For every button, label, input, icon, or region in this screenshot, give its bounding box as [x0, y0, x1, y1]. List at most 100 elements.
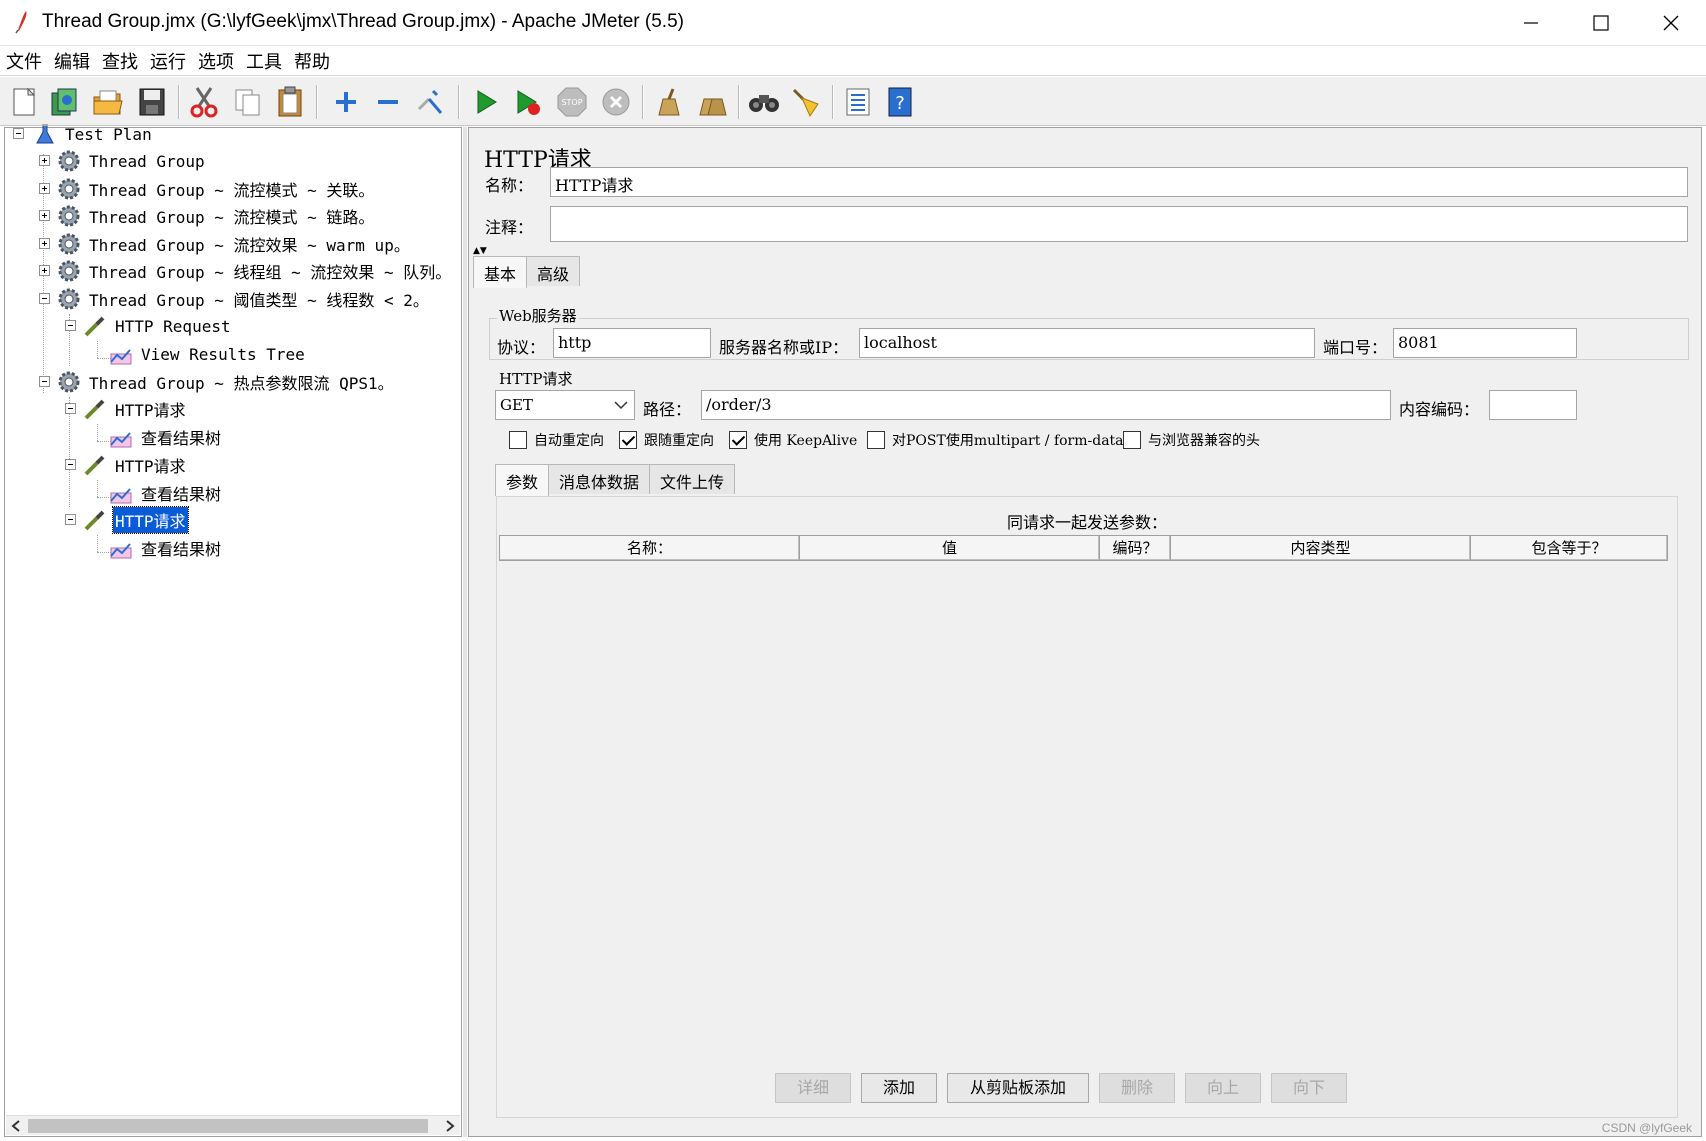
menu-search[interactable]: 查找 [102, 48, 138, 74]
clear-all-button[interactable] [694, 84, 730, 120]
protocol-field[interactable]: http [553, 328, 711, 358]
browser-compatible-headers-checkbox[interactable]: 与浏览器兼容的头 [1123, 430, 1260, 450]
collapse-arrows-icon[interactable]: ▲▼ [473, 247, 487, 256]
server-field[interactable]: localhost [859, 328, 1315, 358]
keepalive-checkbox[interactable]: 使用 KeepAlive [729, 430, 857, 450]
tree-item-http-request[interactable]: HTTP Request [83, 313, 233, 339]
scrollbar-thumb[interactable] [28, 1119, 428, 1133]
column-value[interactable]: 值 [799, 535, 1100, 561]
shutdown-button[interactable] [598, 84, 634, 120]
maximize-button[interactable] [1566, 0, 1636, 46]
method-select[interactable]: GET [495, 390, 635, 420]
add-from-clipboard-button[interactable]: 从剪贴板添加 [947, 1073, 1089, 1103]
tree-expand-toggle[interactable] [39, 155, 50, 166]
move-up-button[interactable]: 向上 [1185, 1073, 1261, 1103]
tree-collapse-toggle[interactable] [39, 376, 50, 387]
function-helper-button[interactable] [840, 84, 876, 120]
tree-expand-toggle[interactable] [39, 210, 50, 221]
menu-help[interactable]: 帮助 [294, 48, 330, 74]
tree-item-thread-group[interactable]: Thread Group ~ 流控模式 ~ 关联。 [57, 176, 376, 202]
cut-button[interactable] [186, 84, 222, 120]
start-button[interactable] [468, 84, 504, 120]
column-include-equals[interactable]: 包含等于？ [1470, 535, 1668, 561]
comment-field[interactable] [550, 206, 1688, 242]
reset-search-button[interactable] [788, 84, 824, 120]
tree-item-test-plan[interactable]: Test Plan [33, 121, 154, 147]
paste-button[interactable] [272, 84, 308, 120]
tree-collapse-toggle[interactable] [65, 514, 76, 525]
tab-advanced[interactable]: 高级 [526, 256, 581, 286]
collapse-all-button[interactable] [370, 84, 406, 120]
tree-item-view-results-tree[interactable]: View Results Tree [109, 341, 307, 367]
tree-item-view-results-tree[interactable]: 查看结果树 [109, 535, 223, 561]
test-plan-tree[interactable]: Test Plan Thread Group Thread Group ~ 流控… [4, 124, 462, 1137]
templates-button[interactable] [46, 84, 82, 120]
menu-edit[interactable]: 编辑 [54, 48, 90, 74]
tree-item-thread-group[interactable]: Thread Group ~ 流控模式 ~ 链路。 [57, 203, 376, 229]
copy-button[interactable] [230, 84, 266, 120]
parameters-table[interactable]: 同请求一起发送参数： 名称： 值 编码？ 内容类型 包含等于？ [496, 496, 1678, 1118]
tree-item-http-request-selected[interactable]: HTTP请求 [83, 506, 189, 534]
tree-item-thread-group[interactable]: Thread Group [57, 148, 207, 174]
tree-collapse-toggle[interactable] [39, 293, 50, 304]
tab-files-upload[interactable]: 文件上传 [649, 464, 736, 494]
open-button[interactable] [90, 84, 126, 120]
tree-item-thread-group[interactable]: Thread Group ~ 热点参数限流 QPS1。 [57, 369, 396, 395]
tab-parameters[interactable]: 参数 [495, 464, 550, 496]
add-button[interactable]: 添加 [861, 1073, 937, 1103]
detail-button[interactable]: 详细 [775, 1073, 851, 1103]
split-divider[interactable] [463, 127, 467, 1137]
checkbox-box[interactable] [1123, 431, 1141, 449]
menu-tools[interactable]: 工具 [246, 48, 282, 74]
delete-button[interactable]: 删除 [1099, 1073, 1175, 1103]
tree-item-http-request[interactable]: HTTP请求 [83, 452, 188, 478]
clear-button[interactable] [650, 84, 686, 120]
column-encode[interactable]: 编码？ [1099, 535, 1171, 561]
close-button[interactable] [1636, 0, 1706, 46]
checkbox-box[interactable] [729, 431, 747, 449]
path-field[interactable]: /order/3 [701, 390, 1391, 420]
tree-collapse-toggle[interactable] [65, 403, 76, 414]
save-button[interactable] [134, 84, 170, 120]
tree-horizontal-scrollbar[interactable] [6, 1115, 460, 1135]
port-field[interactable]: 8081 [1393, 328, 1577, 358]
tree-item-thread-group[interactable]: Thread Group ~ 线程组 ~ 流控效果 ~ 队列。 [57, 258, 453, 284]
checkbox-box[interactable] [509, 431, 527, 449]
search-button[interactable] [746, 84, 782, 120]
tree-item-thread-group[interactable]: Thread Group ~ 流控效果 ~ warm up。 [57, 231, 412, 257]
tab-basic[interactable]: 基本 [473, 256, 528, 288]
column-content-type[interactable]: 内容类型 [1170, 535, 1471, 561]
tree-expand-toggle[interactable] [39, 238, 50, 249]
tree-expand-toggle[interactable] [39, 265, 50, 276]
tree-collapse-toggle[interactable] [13, 128, 24, 139]
new-button[interactable] [6, 84, 42, 120]
move-down-button[interactable]: 向下 [1271, 1073, 1347, 1103]
start-no-pauses-button[interactable] [510, 84, 546, 120]
menu-options[interactable]: 选项 [198, 48, 234, 74]
tree-collapse-toggle[interactable] [65, 320, 76, 331]
name-field[interactable]: HTTP请求 [550, 167, 1688, 197]
tree-item-thread-group[interactable]: Thread Group ~ 阈值类型 ~ 线程数 < 2。 [57, 286, 431, 312]
checkbox-box[interactable] [619, 431, 637, 449]
tree-item-view-results-tree[interactable]: 查看结果树 [109, 424, 223, 450]
stop-button[interactable]: STOP [554, 84, 590, 120]
tree-collapse-toggle[interactable] [65, 459, 76, 470]
multipart-checkbox[interactable]: 对POST使用multipart / form-data [867, 430, 1124, 450]
tab-body-data[interactable]: 消息体数据 [548, 464, 651, 494]
tree-item-http-request[interactable]: HTTP请求 [83, 396, 188, 422]
column-name[interactable]: 名称： [499, 535, 800, 561]
scroll-left-icon[interactable] [10, 1119, 22, 1133]
follow-redirect-checkbox[interactable]: 跟随重定向 [619, 430, 714, 450]
encoding-field[interactable] [1489, 390, 1577, 420]
minimize-button[interactable] [1496, 0, 1566, 46]
tree-expand-toggle[interactable] [39, 183, 50, 194]
help-button[interactable]: ? [882, 84, 918, 120]
auto-redirect-checkbox[interactable]: 自动重定向 [509, 430, 604, 450]
scroll-right-icon[interactable] [444, 1119, 456, 1133]
checkbox-box[interactable] [867, 431, 885, 449]
toggle-button[interactable] [412, 84, 448, 120]
expand-all-button[interactable] [328, 84, 364, 120]
menu-run[interactable]: 运行 [150, 48, 186, 74]
menu-file[interactable]: 文件 [6, 48, 42, 74]
tree-item-view-results-tree[interactable]: 查看结果树 [109, 480, 223, 506]
